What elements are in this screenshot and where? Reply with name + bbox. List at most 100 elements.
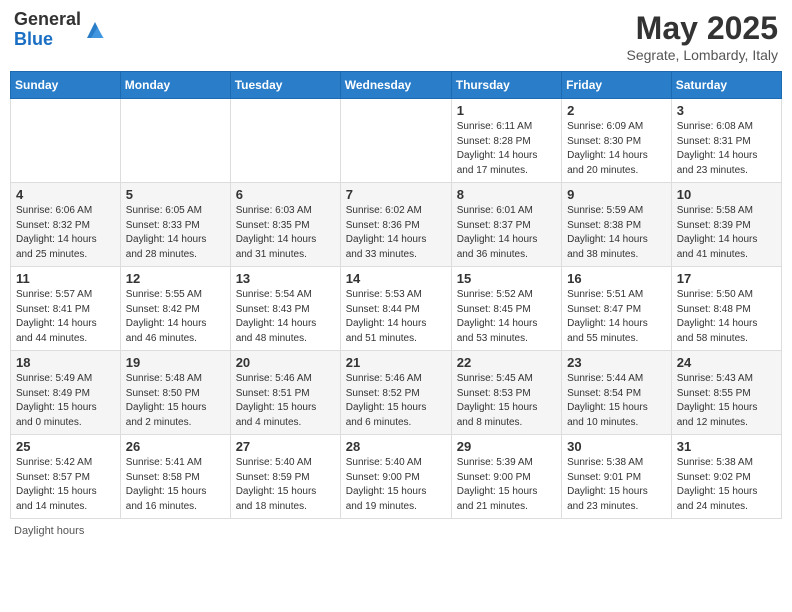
day-info: Sunrise: 5:55 AM Sunset: 8:42 PM Dayligh… — [126, 288, 225, 346]
day-info: Sunrise: 6:08 AM Sunset: 8:31 PM Dayligh… — [677, 120, 776, 178]
day-number: 9 — [567, 187, 666, 202]
day-info: Sunrise: 6:11 AM Sunset: 8:28 PM Dayligh… — [457, 120, 556, 178]
day-number: 30 — [567, 439, 666, 454]
calendar-col-monday: Monday — [120, 72, 230, 99]
logo: General Blue — [14, 10, 107, 50]
calendar-cell — [120, 99, 230, 183]
day-info: Sunrise: 5:48 AM Sunset: 8:50 PM Dayligh… — [126, 372, 225, 430]
day-number: 20 — [236, 355, 335, 370]
day-number: 2 — [567, 103, 666, 118]
calendar-col-tuesday: Tuesday — [230, 72, 340, 99]
day-number: 4 — [16, 187, 115, 202]
calendar-cell — [11, 99, 121, 183]
day-number: 8 — [457, 187, 556, 202]
calendar-cell: 6 Sunrise: 6:03 AM Sunset: 8:35 PM Daylig… — [230, 183, 340, 267]
day-info: Sunrise: 5:53 AM Sunset: 8:44 PM Dayligh… — [346, 288, 446, 346]
day-number: 1 — [457, 103, 556, 118]
day-info: Sunrise: 5:52 AM Sunset: 8:45 PM Dayligh… — [457, 288, 556, 346]
title-block: May 2025 Segrate, Lombardy, Italy — [627, 10, 778, 63]
day-info: Sunrise: 5:51 AM Sunset: 8:47 PM Dayligh… — [567, 288, 666, 346]
day-info: Sunrise: 6:09 AM Sunset: 8:30 PM Dayligh… — [567, 120, 666, 178]
calendar-week-4: 18 Sunrise: 5:49 AM Sunset: 8:49 PM Dayli… — [11, 351, 782, 435]
day-number: 24 — [677, 355, 776, 370]
day-number: 14 — [346, 271, 446, 286]
calendar-cell: 21 Sunrise: 5:46 AM Sunset: 8:52 PM Dayli… — [340, 351, 451, 435]
calendar-col-wednesday: Wednesday — [340, 72, 451, 99]
calendar-cell: 24Sunrise: 5:43 AM Sunset: 8:55 PM Dayli… — [671, 351, 781, 435]
calendar-cell: 9 Sunrise: 5:59 AM Sunset: 8:38 PM Daylig… — [562, 183, 672, 267]
day-number: 29 — [457, 439, 556, 454]
calendar-cell: 20 Sunrise: 5:46 AM Sunset: 8:51 PM Dayli… — [230, 351, 340, 435]
calendar-col-thursday: Thursday — [451, 72, 561, 99]
day-number: 13 — [236, 271, 335, 286]
logo-blue: Blue — [14, 29, 53, 49]
day-info: Sunrise: 6:05 AM Sunset: 8:33 PM Dayligh… — [126, 204, 225, 262]
calendar-table: SundayMondayTuesdayWednesdayThursdayFrid… — [10, 71, 782, 519]
calendar-cell: 27 Sunrise: 5:40 AM Sunset: 8:59 PM Dayli… — [230, 435, 340, 519]
calendar-cell: 8 Sunrise: 6:01 AM Sunset: 8:37 PM Daylig… — [451, 183, 561, 267]
day-info: Sunrise: 5:58 AM Sunset: 8:39 PM Dayligh… — [677, 204, 776, 262]
day-info: Sunrise: 5:44 AM Sunset: 8:54 PM Dayligh… — [567, 372, 666, 430]
calendar-col-sunday: Sunday — [11, 72, 121, 99]
calendar-cell: 11 Sunrise: 5:57 AM Sunset: 8:41 PM Dayli… — [11, 267, 121, 351]
day-info: Sunrise: 5:40 AM Sunset: 9:00 PM Dayligh… — [346, 456, 446, 514]
calendar-cell: 30Sunrise: 5:38 AM Sunset: 9:01 PM Dayli… — [562, 435, 672, 519]
day-info: Sunrise: 5:46 AM Sunset: 8:52 PM Dayligh… — [346, 372, 446, 430]
day-info: Sunrise: 6:06 AM Sunset: 8:32 PM Dayligh… — [16, 204, 115, 262]
calendar-week-3: 11 Sunrise: 5:57 AM Sunset: 8:41 PM Dayli… — [11, 267, 782, 351]
day-info: Sunrise: 5:40 AM Sunset: 8:59 PM Dayligh… — [236, 456, 335, 514]
calendar-cell: 12 Sunrise: 5:55 AM Sunset: 8:42 PM Dayli… — [120, 267, 230, 351]
day-info: Sunrise: 6:03 AM Sunset: 8:35 PM Dayligh… — [236, 204, 335, 262]
calendar-cell: 14 Sunrise: 5:53 AM Sunset: 8:44 PM Dayli… — [340, 267, 451, 351]
day-number: 19 — [126, 355, 225, 370]
calendar-cell: 13Sunrise: 5:54 AM Sunset: 8:43 PM Dayli… — [230, 267, 340, 351]
calendar-cell: 10 Sunrise: 5:58 AM Sunset: 8:39 PM Dayli… — [671, 183, 781, 267]
day-number: 25 — [16, 439, 115, 454]
day-info: Sunrise: 5:38 AM Sunset: 9:02 PM Dayligh… — [677, 456, 776, 514]
day-number: 28 — [346, 439, 446, 454]
day-number: 22 — [457, 355, 556, 370]
calendar-cell: 5Sunrise: 6:05 AM Sunset: 8:33 PM Daylig… — [120, 183, 230, 267]
calendar-col-friday: Friday — [562, 72, 672, 99]
day-info: Sunrise: 5:49 AM Sunset: 8:49 PM Dayligh… — [16, 372, 115, 430]
day-info: Sunrise: 6:02 AM Sunset: 8:36 PM Dayligh… — [346, 204, 446, 262]
day-number: 18 — [16, 355, 115, 370]
day-info: Sunrise: 5:41 AM Sunset: 8:58 PM Dayligh… — [126, 456, 225, 514]
day-number: 11 — [16, 271, 115, 286]
day-info: Sunrise: 5:42 AM Sunset: 8:57 PM Dayligh… — [16, 456, 115, 514]
day-info: Sunrise: 5:59 AM Sunset: 8:38 PM Dayligh… — [567, 204, 666, 262]
calendar-week-5: 25 Sunrise: 5:42 AM Sunset: 8:57 PM Dayli… — [11, 435, 782, 519]
calendar-cell: 2 Sunrise: 6:09 AM Sunset: 8:30 PM Daylig… — [562, 99, 672, 183]
calendar-cell — [340, 99, 451, 183]
day-number: 27 — [236, 439, 335, 454]
calendar-cell: 17Sunrise: 5:50 AM Sunset: 8:48 PM Dayli… — [671, 267, 781, 351]
page-header: General Blue May 2025 Segrate, Lombardy,… — [10, 10, 782, 63]
day-info: Sunrise: 5:46 AM Sunset: 8:51 PM Dayligh… — [236, 372, 335, 430]
day-number: 6 — [236, 187, 335, 202]
calendar-cell: 16 Sunrise: 5:51 AM Sunset: 8:47 PM Dayli… — [562, 267, 672, 351]
day-info: Sunrise: 5:39 AM Sunset: 9:00 PM Dayligh… — [457, 456, 556, 514]
calendar-cell: 29 Sunrise: 5:39 AM Sunset: 9:00 PM Dayli… — [451, 435, 561, 519]
footer-text: Daylight hours — [14, 525, 84, 537]
day-number: 16 — [567, 271, 666, 286]
logo-icon — [83, 18, 107, 42]
calendar-cell: 22Sunrise: 5:45 AM Sunset: 8:53 PM Dayli… — [451, 351, 561, 435]
calendar-cell: 28 Sunrise: 5:40 AM Sunset: 9:00 PM Dayli… — [340, 435, 451, 519]
day-number: 31 — [677, 439, 776, 454]
location: Segrate, Lombardy, Italy — [627, 47, 778, 63]
day-number: 15 — [457, 271, 556, 286]
calendar-cell: 18 Sunrise: 5:49 AM Sunset: 8:49 PM Dayli… — [11, 351, 121, 435]
calendar-cell: 31 Sunrise: 5:38 AM Sunset: 9:02 PM Dayli… — [671, 435, 781, 519]
day-number: 10 — [677, 187, 776, 202]
calendar-cell: 4 Sunrise: 6:06 AM Sunset: 8:32 PM Daylig… — [11, 183, 121, 267]
calendar-cell: 1 Sunrise: 6:11 AM Sunset: 8:28 PM Daylig… — [451, 99, 561, 183]
day-info: Sunrise: 5:57 AM Sunset: 8:41 PM Dayligh… — [16, 288, 115, 346]
calendar-cell: 3Sunrise: 6:08 AM Sunset: 8:31 PM Daylig… — [671, 99, 781, 183]
day-number: 12 — [126, 271, 225, 286]
calendar-cell: 23Sunrise: 5:44 AM Sunset: 8:54 PM Dayli… — [562, 351, 672, 435]
calendar-cell: 26Sunrise: 5:41 AM Sunset: 8:58 PM Dayli… — [120, 435, 230, 519]
day-info: Sunrise: 6:01 AM Sunset: 8:37 PM Dayligh… — [457, 204, 556, 262]
day-number: 21 — [346, 355, 446, 370]
calendar-week-2: 4 Sunrise: 6:06 AM Sunset: 8:32 PM Daylig… — [11, 183, 782, 267]
calendar-week-1: 1 Sunrise: 6:11 AM Sunset: 8:28 PM Daylig… — [11, 99, 782, 183]
